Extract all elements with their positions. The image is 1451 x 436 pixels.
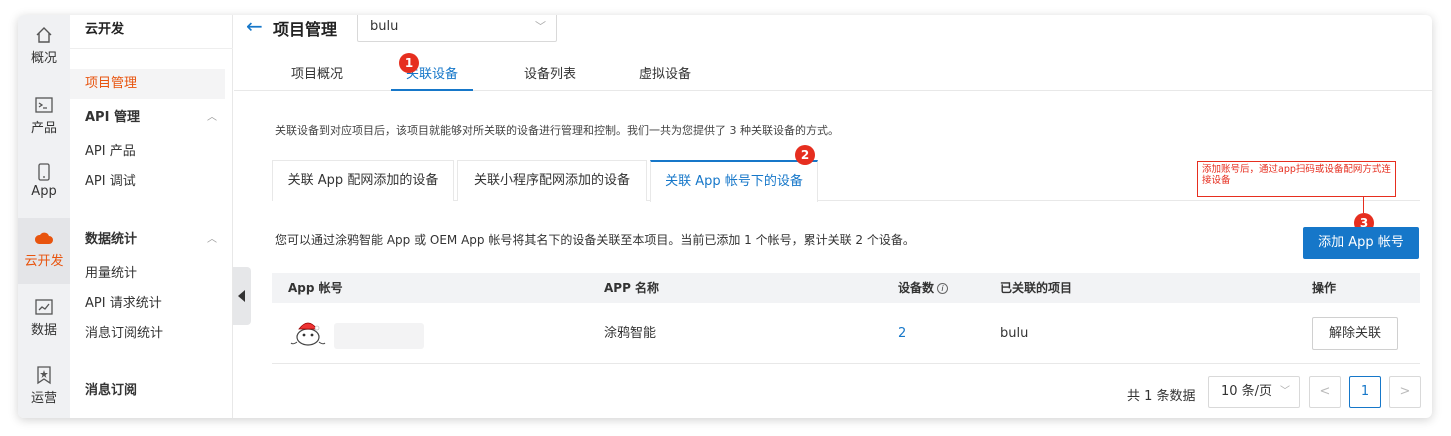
page-size-value: 10 条/页 <box>1221 384 1273 399</box>
tab-virtual-devices[interactable]: 虚拟设备 <box>639 63 691 82</box>
account-name-redacted <box>334 323 424 349</box>
rail-item-overview[interactable]: 概况 <box>18 15 70 81</box>
rail-item-label: 运营 <box>30 391 57 406</box>
rail-item-product[interactable]: 产品 <box>18 85 70 151</box>
add-app-account-button[interactable]: 添加 App 帐号 <box>1303 227 1419 259</box>
terminal-icon <box>35 97 53 113</box>
subtab-app-account[interactable]: 关联 App 帐号下的设备 <box>650 160 818 202</box>
sidebar-divider <box>70 48 233 49</box>
table-header: App 帐号 APP 名称 设备数 i 已关联的项目 操作 <box>272 273 1420 303</box>
chevron-down-icon: ﹀ <box>1280 386 1290 397</box>
phone-icon <box>38 163 50 181</box>
sidebar-group-api[interactable]: API 管理 ︿ <box>70 103 225 133</box>
bookmark-star-icon <box>37 366 51 385</box>
main-content: ← 项目管理 bulu ﹀ 项目概况 关联设备 设备列表 虚拟设备 1 关联设备… <box>234 15 1432 418</box>
th-device-count-label: 设备数 <box>898 281 935 295</box>
cell-linked-project: bulu <box>1000 326 1029 341</box>
rail-item-label: 概况 <box>30 51 57 66</box>
rail-item-label: App <box>31 184 57 199</box>
sidebar-group-label: 数据统计 <box>85 232 138 247</box>
account-avatar-icon <box>290 322 326 346</box>
info-icon[interactable]: i <box>937 283 949 294</box>
subtab-miniprogram-pairing[interactable]: 关联小程序配网添加的设备 <box>457 160 647 201</box>
subtab-app-pairing[interactable]: 关联 App 配网添加的设备 <box>272 160 454 201</box>
rail-item-label: 数据 <box>30 323 57 338</box>
sidebar-item-api-debug[interactable]: API 调试 <box>70 167 225 197</box>
chevron-up-icon: ︿ <box>207 112 217 123</box>
secondary-sidebar: 云开发 项目管理 API 管理 ︿ API 产品 API 调试 数据统计 ︿ 用量统… <box>70 15 233 418</box>
rail-item-label: 产品 <box>30 121 57 136</box>
app-window: 概况 产品 App 云开发 数据 运营 云开发 项目管理 API 管理 ︿ API… <box>18 15 1432 418</box>
cell-app-name: 涂鸦智能 <box>604 326 657 341</box>
sidebar-item-project-mgmt[interactable]: 项目管理 <box>70 69 225 99</box>
th-linked-projects: 已关联的项目 <box>1000 281 1073 295</box>
next-page-button[interactable]: > <box>1389 376 1421 408</box>
th-app-account: App 帐号 <box>288 281 343 295</box>
home-icon <box>36 27 52 43</box>
annotation-connector <box>1363 197 1364 213</box>
cloud-icon <box>34 232 53 244</box>
chart-icon <box>35 299 53 315</box>
annotation-badge: 1 <box>399 53 419 73</box>
page-title: 项目管理 <box>273 20 338 39</box>
annotation-note: 添加账号后，通过app扫码或设备配网方式连接设备 <box>1197 161 1396 197</box>
project-select[interactable]: bulu ﹀ <box>357 15 557 42</box>
page-size-select[interactable]: 10 条/页 ﹀ <box>1208 376 1300 408</box>
project-select-value: bulu <box>370 19 399 34</box>
chevron-down-icon: ﹀ <box>535 20 546 33</box>
rail-item-data[interactable]: 数据 <box>18 287 70 353</box>
prev-page-button[interactable]: < <box>1309 376 1341 408</box>
rail-item-operations[interactable]: 运营 <box>18 355 70 418</box>
sidebar-item-api-request-stats[interactable]: API 请求统计 <box>70 289 225 319</box>
active-tab-indicator <box>391 89 473 91</box>
chevron-up-icon: ︿ <box>207 234 217 245</box>
table-row: 涂鸦智能 2 bulu 解除关联 <box>272 303 1420 364</box>
sidebar-item-api-product[interactable]: API 产品 <box>70 137 225 167</box>
sidebar-item-usage-stats[interactable]: 用量统计 <box>70 259 225 289</box>
rail-item-label: 云开发 <box>24 254 64 269</box>
icon-rail: 概况 产品 App 云开发 数据 运营 <box>18 15 70 418</box>
sidebar-brand: 云开发 <box>85 22 125 37</box>
description-text: 关联设备到对应项目后，该项目就能够对所关联的设备进行管理和控制。我们一共为您提供… <box>275 124 839 137</box>
sidebar-group-label: API 管理 <box>85 110 140 125</box>
th-actions: 操作 <box>1312 281 1337 295</box>
tab-device-list[interactable]: 设备列表 <box>524 63 576 82</box>
rail-item-cloud-dev[interactable]: 云开发 <box>18 218 70 284</box>
th-app-name: APP 名称 <box>604 281 660 295</box>
sidebar-group-msg-sub[interactable]: 消息订阅 <box>70 376 225 406</box>
annotation-badge: 2 <box>795 145 815 165</box>
sidebar-item-msg-sub-stats[interactable]: 消息订阅统计 <box>70 319 225 349</box>
back-arrow-icon[interactable]: ← <box>246 15 263 37</box>
sidebar-group-stats[interactable]: 数据统计 ︿ <box>70 225 225 255</box>
th-device-count: 设备数 i <box>898 273 949 303</box>
pagination-total: 共 1 条数据 <box>1127 389 1196 404</box>
rail-item-app[interactable]: App <box>18 152 70 218</box>
page-1-button[interactable]: 1 <box>1349 376 1381 408</box>
tab-project-overview[interactable]: 项目概况 <box>291 63 343 82</box>
cell-device-count-link[interactable]: 2 <box>898 303 906 364</box>
unlink-button[interactable]: 解除关联 <box>1312 317 1398 350</box>
info-text: 您可以通过涂鸦智能 App 或 OEM App 帐号将其名下的设备关联至本项目。… <box>275 233 915 247</box>
